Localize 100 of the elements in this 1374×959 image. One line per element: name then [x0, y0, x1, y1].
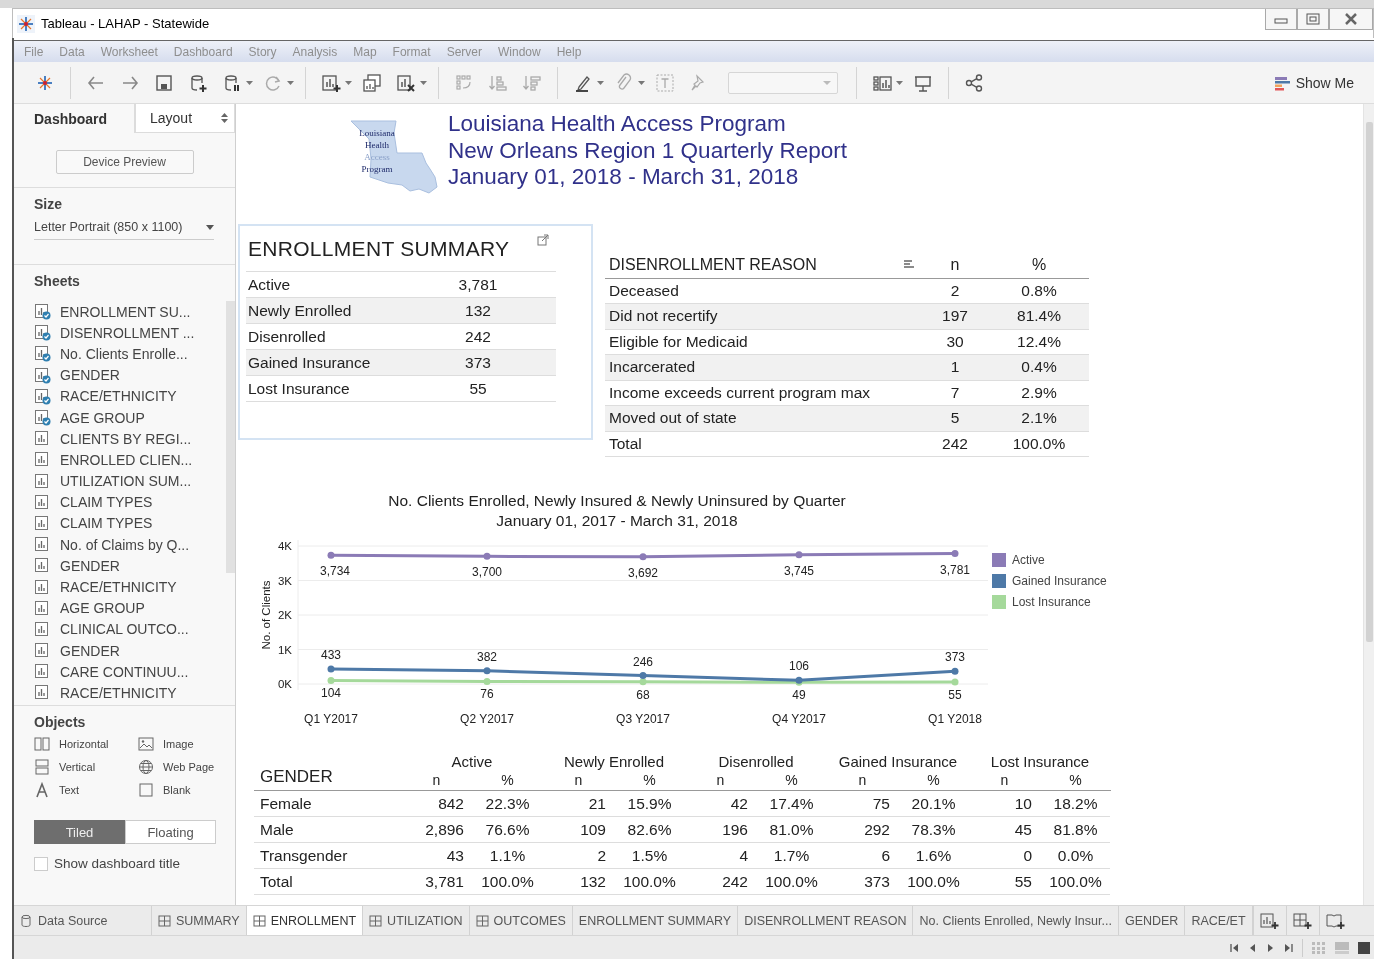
- sheet-list-item[interactable]: ENROLLMENT SU...: [34, 301, 221, 323]
- axis-tick-label: 0K: [277, 678, 292, 690]
- section-heading: Objects: [34, 714, 87, 730]
- table-cell-text: 0.0%: [1056, 846, 1095, 865]
- table-cell-text: 196: [721, 820, 749, 839]
- axis-tick-label: 3K: [277, 574, 292, 587]
- sheet-list-item[interactable]: RACE/ETHNICITY: [34, 682, 221, 704]
- sheet-list-item[interactable]: GENDER: [34, 555, 221, 577]
- sheet-list-item[interactable]: ENROLLED CLIEN...: [34, 449, 221, 471]
- table-cell-text: 15.9%: [626, 794, 673, 813]
- table-cell-text: 81.0%: [768, 820, 815, 839]
- legend-label: Lost Insurance: [1012, 595, 1091, 609]
- axis-tick-label: Q3 Y2017: [616, 712, 670, 726]
- table-cell-text: 100.0%: [480, 872, 535, 891]
- object-item[interactable]: Text: [34, 782, 138, 798]
- sheet-list-item[interactable]: GENDER: [34, 640, 221, 662]
- table-cell-text: 81.4%: [1016, 307, 1062, 326]
- device-preview-button[interactable]: Device Preview: [55, 150, 194, 174]
- legend-label: Gained Insurance: [1012, 574, 1107, 588]
- data-label: 382: [477, 649, 497, 664]
- table-cell-text: 2.9%: [1020, 383, 1058, 402]
- sheet-list-item[interactable]: AGE GROUP: [34, 406, 221, 429]
- data-label: 76: [480, 687, 494, 702]
- column-header: Lost Insurance: [989, 753, 1091, 772]
- panel-tab[interactable]: Layout: [135, 104, 235, 133]
- table-cell-text: 842: [437, 794, 465, 813]
- table-cell-text: 82.6%: [626, 820, 673, 839]
- table-cell-text: 12.4%: [1016, 332, 1062, 351]
- axis-tick-label: Q4 Y2017: [772, 712, 826, 726]
- row-value: 3,781: [457, 275, 499, 294]
- sheet-list-item[interactable]: UTILIZATION SUM...: [34, 470, 221, 492]
- report-title: Louisiana Health Access Program: [448, 111, 787, 138]
- section-title: ENROLLMENT SUMMARY: [248, 237, 510, 261]
- object-item[interactable]: Blank: [138, 782, 228, 798]
- table-cell-text: 1.1%: [488, 846, 527, 865]
- object-item[interactable]: Horizontal: [34, 736, 138, 752]
- table-cell-text: 197: [941, 307, 969, 326]
- sheet-list-item[interactable]: CLAIM TYPES: [34, 491, 221, 513]
- sheet-list-item[interactable]: AGE GROUP: [34, 597, 221, 619]
- chart-subtitle: January 01, 2017 - March 31, 2018: [495, 511, 739, 531]
- row-value: 55: [468, 379, 488, 398]
- table-title: GENDER: [254, 767, 401, 791]
- table-cell-text: 242: [721, 872, 749, 891]
- table-cell-text: 100.0%: [1048, 872, 1103, 891]
- table-cell-text: Total: [608, 434, 643, 453]
- report-title: New Orleans Region 1 Quarterly Report: [448, 137, 847, 164]
- layout-mode-button[interactable]: Tiled: [34, 820, 125, 844]
- data-label: 3,734: [320, 564, 350, 579]
- sheet-list-item[interactable]: No. of Claims by Q...: [34, 534, 221, 556]
- table-cell-text: 55: [1013, 872, 1033, 891]
- table-cell-text: 1.7%: [772, 846, 811, 865]
- sheet-list-item[interactable]: CLIENTS BY REGI...: [34, 428, 221, 450]
- sheet-list-item[interactable]: RACE/ETHNICITY: [34, 576, 221, 598]
- data-label: 55: [948, 688, 962, 703]
- sheet-list-item[interactable]: GENDER: [34, 364, 221, 386]
- show-me-button[interactable]: Show Me: [1273, 74, 1354, 91]
- table-cell-text: 132: [579, 872, 607, 891]
- window-title: Tableau - LAHAP - Statewide: [41, 16, 210, 31]
- column-header: Newly Enrolled: [562, 753, 665, 772]
- sheet-list-item[interactable]: CLINICAL OUTCO...: [34, 618, 221, 640]
- data-label: 106: [789, 659, 809, 674]
- object-item[interactable]: Vertical: [34, 759, 138, 775]
- object-item[interactable]: Web Page: [138, 759, 228, 775]
- row-label: Active: [248, 275, 292, 294]
- sheet-list-item[interactable]: No. Clients Enrolle...: [34, 343, 221, 365]
- table-cell-text: 78.3%: [910, 820, 957, 839]
- table-cell-text: 100.0%: [764, 872, 819, 891]
- sheet-list-item[interactable]: CARE CONTINUU...: [34, 661, 221, 683]
- table-cell-text: 43: [445, 846, 465, 865]
- table-cell-text: 2: [949, 281, 961, 300]
- table-cell-text: 81.8%: [1052, 820, 1099, 839]
- sheet-tab[interactable]: ENROLLMENT: [246, 906, 364, 935]
- layout-mode-button[interactable]: Floating: [125, 820, 216, 844]
- size-dropdown[interactable]: Letter Portrait (850 x 1100): [34, 218, 214, 240]
- table-cell-text: 20.1%: [910, 794, 957, 813]
- sheet-list-item[interactable]: CLAIM TYPES: [34, 512, 221, 535]
- axis-tick-label: Q2 Y2017: [460, 712, 514, 726]
- table-cell-text: 0.4%: [1020, 358, 1058, 377]
- table-cell-text: 100.0%: [906, 872, 961, 891]
- row-value: 242: [464, 327, 492, 346]
- data-label: 246: [633, 654, 653, 669]
- table-cell-text: Did not recertify: [608, 307, 719, 326]
- table-cell-text: 30: [945, 332, 965, 351]
- table-cell-text: 2: [596, 846, 607, 865]
- sheet-list-item[interactable]: DISENROLLMENT ...: [34, 322, 221, 344]
- column-header: Disenrolled: [717, 753, 795, 772]
- table-cell-text: Incarcerated: [608, 358, 697, 377]
- data-label: 49: [792, 688, 806, 703]
- sheet-list-item[interactable]: RACE/ETHNICITY: [34, 385, 221, 407]
- checkbox-label: Show dashboard title: [54, 856, 181, 871]
- table-cell-text: Income exceeds current program max: [608, 383, 872, 402]
- data-label: 68: [636, 687, 650, 702]
- table-cell-text: 45: [1013, 820, 1033, 839]
- table-cell-text: Moved out of state: [608, 409, 738, 428]
- column-header: Active: [450, 753, 494, 772]
- table-cell-text: 2,896: [424, 820, 465, 839]
- column-header: n: [857, 772, 868, 790]
- table-cell-text: 4: [738, 846, 749, 865]
- table-cell-text: 76.6%: [484, 820, 531, 839]
- object-item[interactable]: Image: [138, 736, 228, 752]
